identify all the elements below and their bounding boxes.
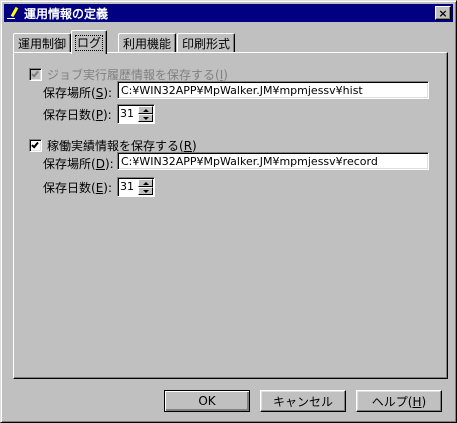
ok-button[interactable]: OK: [164, 390, 250, 412]
tab-print-format[interactable]: 印刷形式: [177, 33, 236, 52]
spin-value: 31: [120, 107, 134, 120]
operation-record-days-spinner[interactable]: 31: [117, 177, 155, 197]
job-history-location-input[interactable]: C:¥WIN32APP¥MpWalker.JM¥mpmjessv¥hist: [117, 81, 429, 99]
tab-label: ログ: [74, 35, 104, 51]
tab-usage-functions[interactable]: 利用機能: [118, 33, 177, 52]
tab-label: 印刷形式: [182, 37, 231, 51]
spin-down-button[interactable]: [138, 114, 153, 122]
arrow-down-icon: [142, 189, 149, 193]
arrow-up-icon: [142, 181, 149, 185]
arrow-up-icon: [142, 108, 149, 112]
tab-label: 利用機能: [123, 37, 172, 51]
tab-panel-log: ジョブ実行履歴情報を保存する(I) 保存場所(S): C:¥WIN32APP¥M…: [13, 52, 448, 379]
job-history-days-label: 保存日数(P):: [43, 108, 112, 122]
app-icon: [6, 6, 22, 20]
spin-up-button[interactable]: [138, 179, 153, 187]
dialog-window: 運用情報の定義 × 運用制御 ログ 利用機能 印刷形式 ジョブ実行履歴情報を保存…: [0, 0, 457, 423]
cancel-button[interactable]: キャンセル: [260, 390, 346, 412]
operation-record-days-label: 保存日数(E):: [43, 181, 113, 195]
help-button[interactable]: ヘルプ(H): [356, 390, 442, 412]
help-button-label: ヘルプ(H): [371, 394, 427, 409]
spin-down-button[interactable]: [138, 187, 153, 195]
checkbox-box[interactable]: [29, 68, 42, 81]
job-history-location-label: 保存場所(S):: [43, 86, 113, 100]
arrow-down-icon: [142, 116, 149, 120]
title-bar[interactable]: 運用情報の定義 ×: [4, 4, 453, 22]
window-title: 運用情報の定義: [24, 6, 109, 21]
close-button[interactable]: ×: [435, 6, 451, 20]
operation-record-location-input[interactable]: C:¥WIN32APP¥MpWalker.JM¥mpmjessv¥record: [117, 152, 429, 170]
spin-value: 31: [120, 180, 134, 193]
tab-log[interactable]: ログ: [71, 30, 108, 54]
job-history-days-spinner[interactable]: 31: [117, 104, 155, 124]
tab-label: 運用制御: [18, 37, 67, 51]
checkbox-box[interactable]: [29, 139, 42, 152]
spin-up-button[interactable]: [138, 106, 153, 114]
tab-operation-control[interactable]: 運用制御: [13, 33, 72, 52]
operation-record-location-label: 保存場所(D):: [43, 157, 114, 171]
